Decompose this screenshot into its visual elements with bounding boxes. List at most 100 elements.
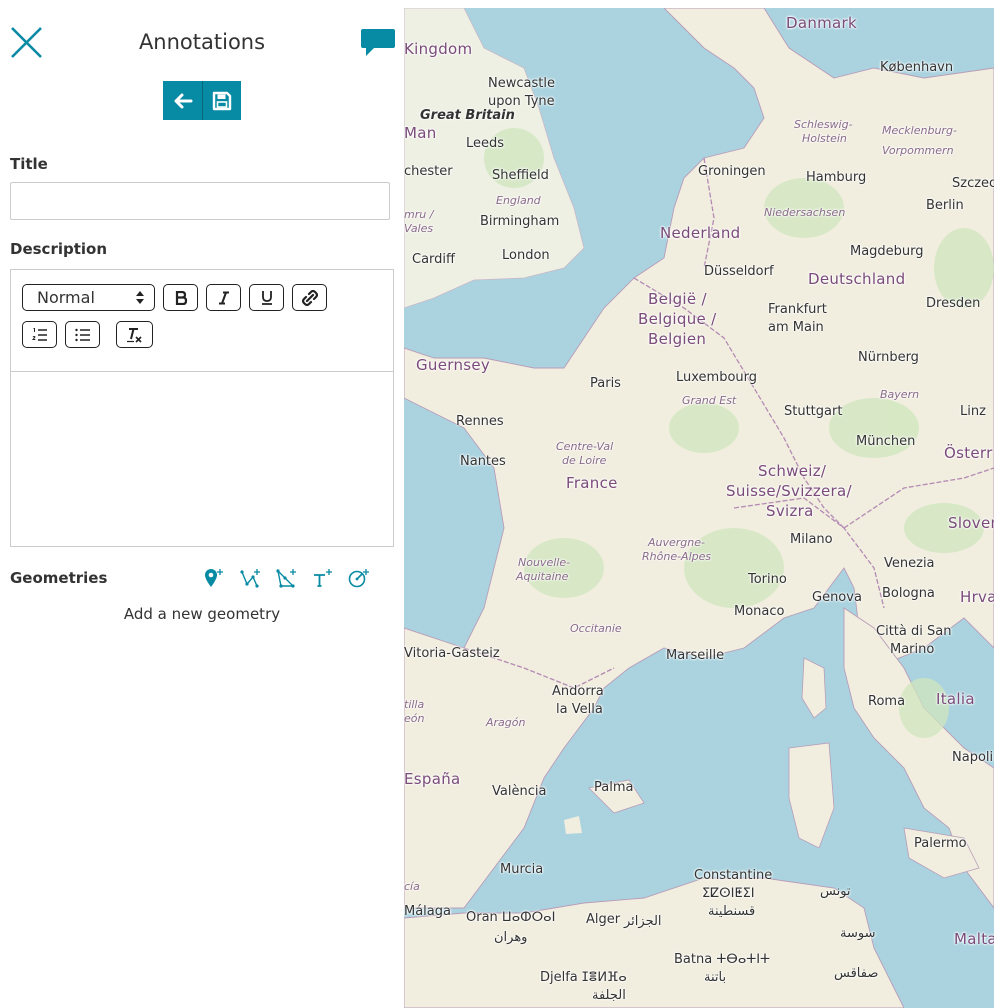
map-label-france: France: [566, 474, 618, 492]
bullet-list-button[interactable]: [65, 321, 100, 348]
map-label-batna: Batna ⵜⴱⴰⵜⵏⵜ: [674, 952, 771, 967]
map-label-torino: Torino: [748, 572, 787, 587]
map-label-marseille: Marseille: [666, 648, 725, 663]
map-label-batna-arabic: باتنة: [704, 970, 727, 985]
panel-title: Annotations: [138, 30, 266, 54]
map-label-magdeburg: Magdeburg: [850, 244, 924, 259]
map-label-djelfa: Djelfa ⵊⴻⵍⴼⴰ: [540, 970, 627, 985]
map-label-slovenija: Sloven: [948, 514, 994, 532]
ordered-list-button[interactable]: [22, 321, 57, 348]
map-label-luxembourg: Luxembourg: [676, 370, 758, 385]
map-label-munchen: München: [856, 434, 916, 449]
format-select[interactable]: Normal: [22, 284, 155, 311]
map-label-danmark: Danmark: [786, 14, 858, 32]
map-label-murcia: Murcia: [500, 862, 544, 877]
map-label-groningen: Groningen: [698, 164, 766, 179]
map-label-mecklenburg: Mecklenburg-: [882, 124, 957, 137]
underline-icon: [261, 291, 272, 305]
select-arrows-icon: [136, 291, 144, 304]
map-label-grand-est: Grand Est: [682, 394, 737, 407]
map-label-occitanie: Occitanie: [570, 622, 622, 635]
map-label-am-main: am Main: [768, 320, 824, 335]
map-label-london: London: [502, 248, 550, 263]
map-label-milano: Milano: [790, 532, 833, 547]
map-label-sfax-arabic: صفاقس: [834, 966, 879, 981]
map-label-berlin: Berlin: [926, 198, 964, 213]
comment-icon: [361, 29, 395, 56]
link-icon: [301, 289, 318, 306]
add-polygon-button[interactable]: [275, 566, 299, 590]
add-line-button[interactable]: [239, 566, 263, 590]
map-label-hamburg: Hamburg: [806, 170, 867, 185]
map-label-malaga: Málaga: [404, 904, 451, 919]
bold-icon: [175, 290, 187, 305]
description-editor: Normal: [10, 269, 394, 547]
map-label-great-britain: Great Britain: [420, 108, 515, 123]
map-label-upon-tyne: upon Tyne: [488, 94, 555, 109]
map-label-napoli: Napoli: [952, 750, 994, 765]
description-editor-body[interactable]: [11, 372, 393, 546]
add-circle-button[interactable]: [347, 566, 371, 590]
back-button[interactable]: [163, 81, 202, 120]
map-label-cardiff: Cardiff: [412, 252, 455, 267]
ordered-list-icon: [31, 327, 47, 341]
map-label-frankfurt: Frankfurt: [768, 302, 827, 317]
map-label-genova: Genova: [812, 590, 862, 605]
circle-plus-icon: [348, 569, 369, 588]
map-label-andorra: Andorra: [552, 684, 604, 699]
map-label-auvergne: Auvergne-: [648, 536, 705, 549]
bold-button[interactable]: [163, 284, 198, 311]
link-button[interactable]: [292, 284, 327, 311]
map-label-suisse: Suisse/Svizzera/: [726, 482, 852, 500]
map-label-bayern: Bayern: [880, 388, 920, 401]
map-label-aquitaine: Aquitaine: [516, 570, 569, 583]
geometries-label: Geometries: [10, 569, 108, 587]
map-label-vitoria: Vitoria-Gasteiz: [404, 646, 500, 661]
add-point-button[interactable]: [203, 566, 227, 590]
map-label-chester: chester: [404, 164, 453, 179]
underline-button[interactable]: [249, 284, 284, 311]
map-label-nouvelle: Nouvelle-: [518, 556, 571, 569]
map-label-monaco: Monaco: [734, 604, 785, 619]
map-label-constantine: Constantine: [694, 868, 773, 883]
map-label-rhone-alpes: Rhône-Alpes: [642, 550, 712, 563]
editor-toolbar: Normal: [11, 270, 393, 372]
map-label-citta-san: Città di San: [876, 624, 952, 639]
clear-format-icon: [126, 327, 142, 343]
map-label-belgien: Belgien: [648, 330, 707, 348]
map-label-belgie: België /: [648, 290, 707, 308]
map-label-stuttgart: Stuttgart: [784, 404, 843, 419]
italic-button[interactable]: [206, 284, 241, 311]
map-label-oran-arabic: وهران: [494, 930, 528, 945]
clear-format-button[interactable]: [116, 321, 153, 348]
map-label-nederland: Nederland: [660, 224, 741, 242]
save-button[interactable]: [202, 81, 241, 120]
map-label-espana: España: [404, 770, 461, 788]
map-label-osterreich: Österr: [944, 444, 993, 462]
format-select-value: Normal: [37, 288, 95, 307]
map-label-venezia: Venezia: [884, 556, 935, 571]
title-input[interactable]: [10, 182, 390, 220]
map-label-alger-arabic: الجزائر: [624, 914, 662, 929]
map-label-schweiz: Schweiz/: [758, 462, 827, 480]
map-label-dusseldorf: Düsseldorf: [704, 264, 774, 279]
map-label-castilla: tilla: [404, 698, 425, 711]
geometry-tools: [203, 566, 371, 590]
map-label-valencia: València: [492, 784, 547, 799]
map-label-oran: Oran ⵡⴰⵀⵔⴰⵏ: [466, 910, 556, 925]
polyline-plus-icon: [240, 569, 260, 588]
map-label-alger: Alger: [586, 912, 621, 927]
add-text-button[interactable]: [311, 566, 335, 590]
map-label-niedersachsen: Niedersachsen: [764, 206, 846, 219]
map-label-cymru: mru /: [404, 208, 434, 221]
map-label-palermo: Palermo: [914, 836, 967, 851]
description-label: Description: [10, 240, 108, 258]
map-label-paris: Paris: [590, 376, 621, 391]
map-label-palma: Palma: [594, 780, 634, 795]
map-label-hrvatska: Hrva: [960, 588, 994, 606]
map-view[interactable]: Danmark København Kingdom Newcastle upon…: [404, 8, 994, 1008]
map-label-italia: Italia: [936, 690, 975, 708]
map-label-guernsey: Guernsey: [416, 356, 491, 374]
annotation-toggle-button[interactable]: [360, 28, 396, 58]
map-label-constantine-tifinagh: ⵉⵇⵙⵏⵟⵉⵏ: [702, 886, 755, 901]
